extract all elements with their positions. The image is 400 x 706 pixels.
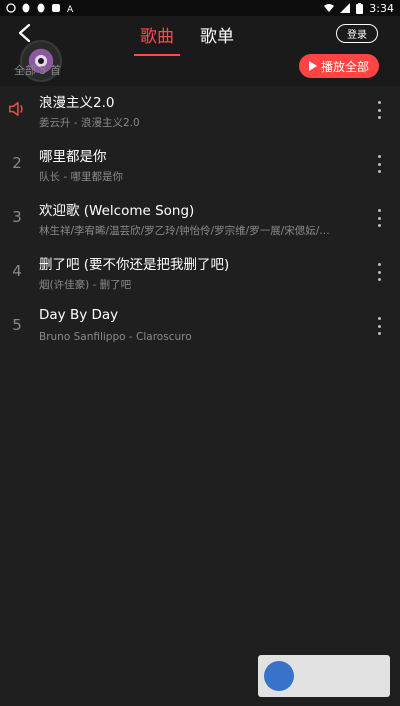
header: 全部 5 首 歌曲 歌单 登录 播放全部: [0, 16, 400, 86]
netease-icon: [6, 3, 16, 13]
more-options-icon[interactable]: [376, 155, 382, 173]
list-item[interactable]: 3 欢迎歌 (Welcome Song) 林生祥/李宥晞/温芸欣/罗乙玲/钟怡伶…: [0, 194, 400, 248]
song-index: 3: [12, 208, 22, 226]
status-bar: A 3:34: [0, 0, 400, 16]
app-icon: [52, 4, 60, 12]
play-all-label: 播放全部: [320, 59, 369, 74]
song-title: 欢迎歌 (Welcome Song): [39, 203, 195, 219]
more-options-icon[interactable]: [376, 101, 382, 119]
song-index: 4: [12, 262, 22, 280]
tab-playlists[interactable]: 歌单: [200, 22, 234, 53]
tab-bar: 歌曲 歌单: [134, 22, 234, 56]
song-title: Day By Day: [39, 307, 119, 323]
song-subtitle: 烟(许佳豪) - 删了吧: [39, 279, 132, 291]
more-options-icon[interactable]: [376, 263, 382, 281]
song-subtitle: Bruno Sanfilippo - Claroscuro: [39, 331, 192, 343]
song-list: 浪漫主义2.0 姜云升 - 浪漫主义2.0 2 哪里都是你 队长 - 哪里都是你…: [0, 86, 400, 356]
signal-icon: [340, 3, 351, 13]
list-item[interactable]: 5 Day By Day Bruno Sanfilippo - Claroscu…: [0, 302, 400, 356]
wifi-icon: [324, 4, 335, 12]
list-item[interactable]: 2 哪里都是你 队长 - 哪里都是你: [0, 140, 400, 194]
list-item[interactable]: 4 删了吧 (要不你还是把我删了吧) 烟(许佳豪) - 删了吧: [0, 248, 400, 302]
clock: 3:34: [369, 1, 394, 15]
song-index: 2: [12, 154, 22, 172]
qq-icon-2: [37, 3, 45, 13]
song-title: 哪里都是你: [39, 149, 107, 165]
login-button[interactable]: 登录: [336, 24, 378, 43]
play-all-button[interactable]: 播放全部: [299, 54, 379, 78]
song-title: 浪漫主义2.0: [39, 95, 115, 111]
tab-songs[interactable]: 歌曲: [134, 22, 180, 56]
play-icon: [308, 61, 317, 71]
song-subtitle: 队长 - 哪里都是你: [39, 171, 123, 183]
watermark-logo: [258, 655, 390, 697]
qq-icon: [22, 3, 30, 13]
watermark-icon: [264, 661, 294, 691]
song-subtitle: 姜云升 - 浪漫主义2.0: [39, 117, 140, 129]
list-item[interactable]: 浪漫主义2.0 姜云升 - 浪漫主义2.0: [0, 86, 400, 140]
song-title: 删了吧 (要不你还是把我删了吧): [39, 257, 230, 273]
speaker-icon: [9, 101, 23, 117]
svg-text:A: A: [67, 5, 74, 13]
song-subtitle: 林生祥/李宥晞/温芸欣/罗乙玲/钟怡伶/罗宗维/罗一展/宋偲妘/…: [39, 225, 330, 237]
text-icon: A: [67, 5, 74, 13]
more-options-icon[interactable]: [376, 317, 382, 335]
more-options-icon[interactable]: [376, 209, 382, 227]
song-count-label: 全部 5 首: [14, 64, 61, 77]
battery-icon: [356, 2, 364, 14]
song-index: 5: [12, 316, 22, 334]
notification-icons: A: [6, 3, 76, 13]
